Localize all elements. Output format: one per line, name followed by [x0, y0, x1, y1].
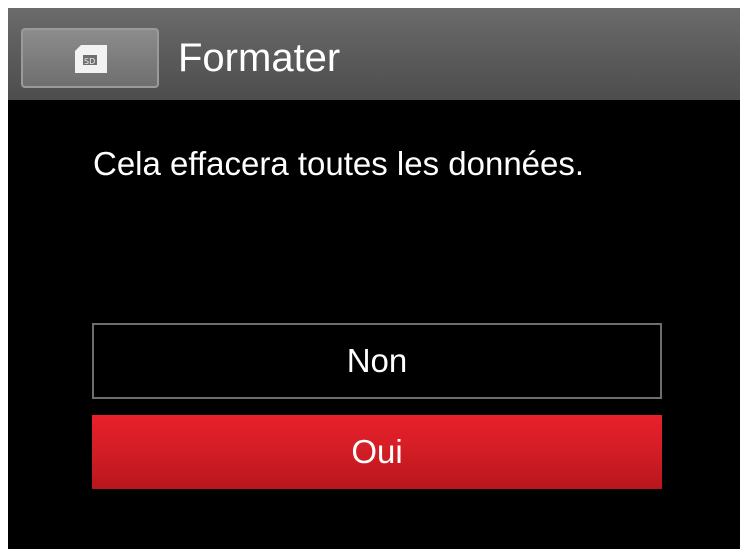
yes-button[interactable]: Oui: [92, 415, 662, 489]
format-dialog-screen: SD Formater Cela effacera toutes les don…: [8, 8, 740, 549]
sd-card-icon: SD: [75, 45, 107, 73]
dialog-title: Formater: [178, 36, 341, 80]
dialog-header: SD Formater: [8, 8, 740, 100]
dialog-message: Cela effacera toutes les données.: [93, 145, 585, 182]
svg-text:SD: SD: [84, 57, 95, 66]
no-button[interactable]: Non: [92, 323, 662, 399]
sd-card-icon-box: SD: [21, 28, 159, 88]
